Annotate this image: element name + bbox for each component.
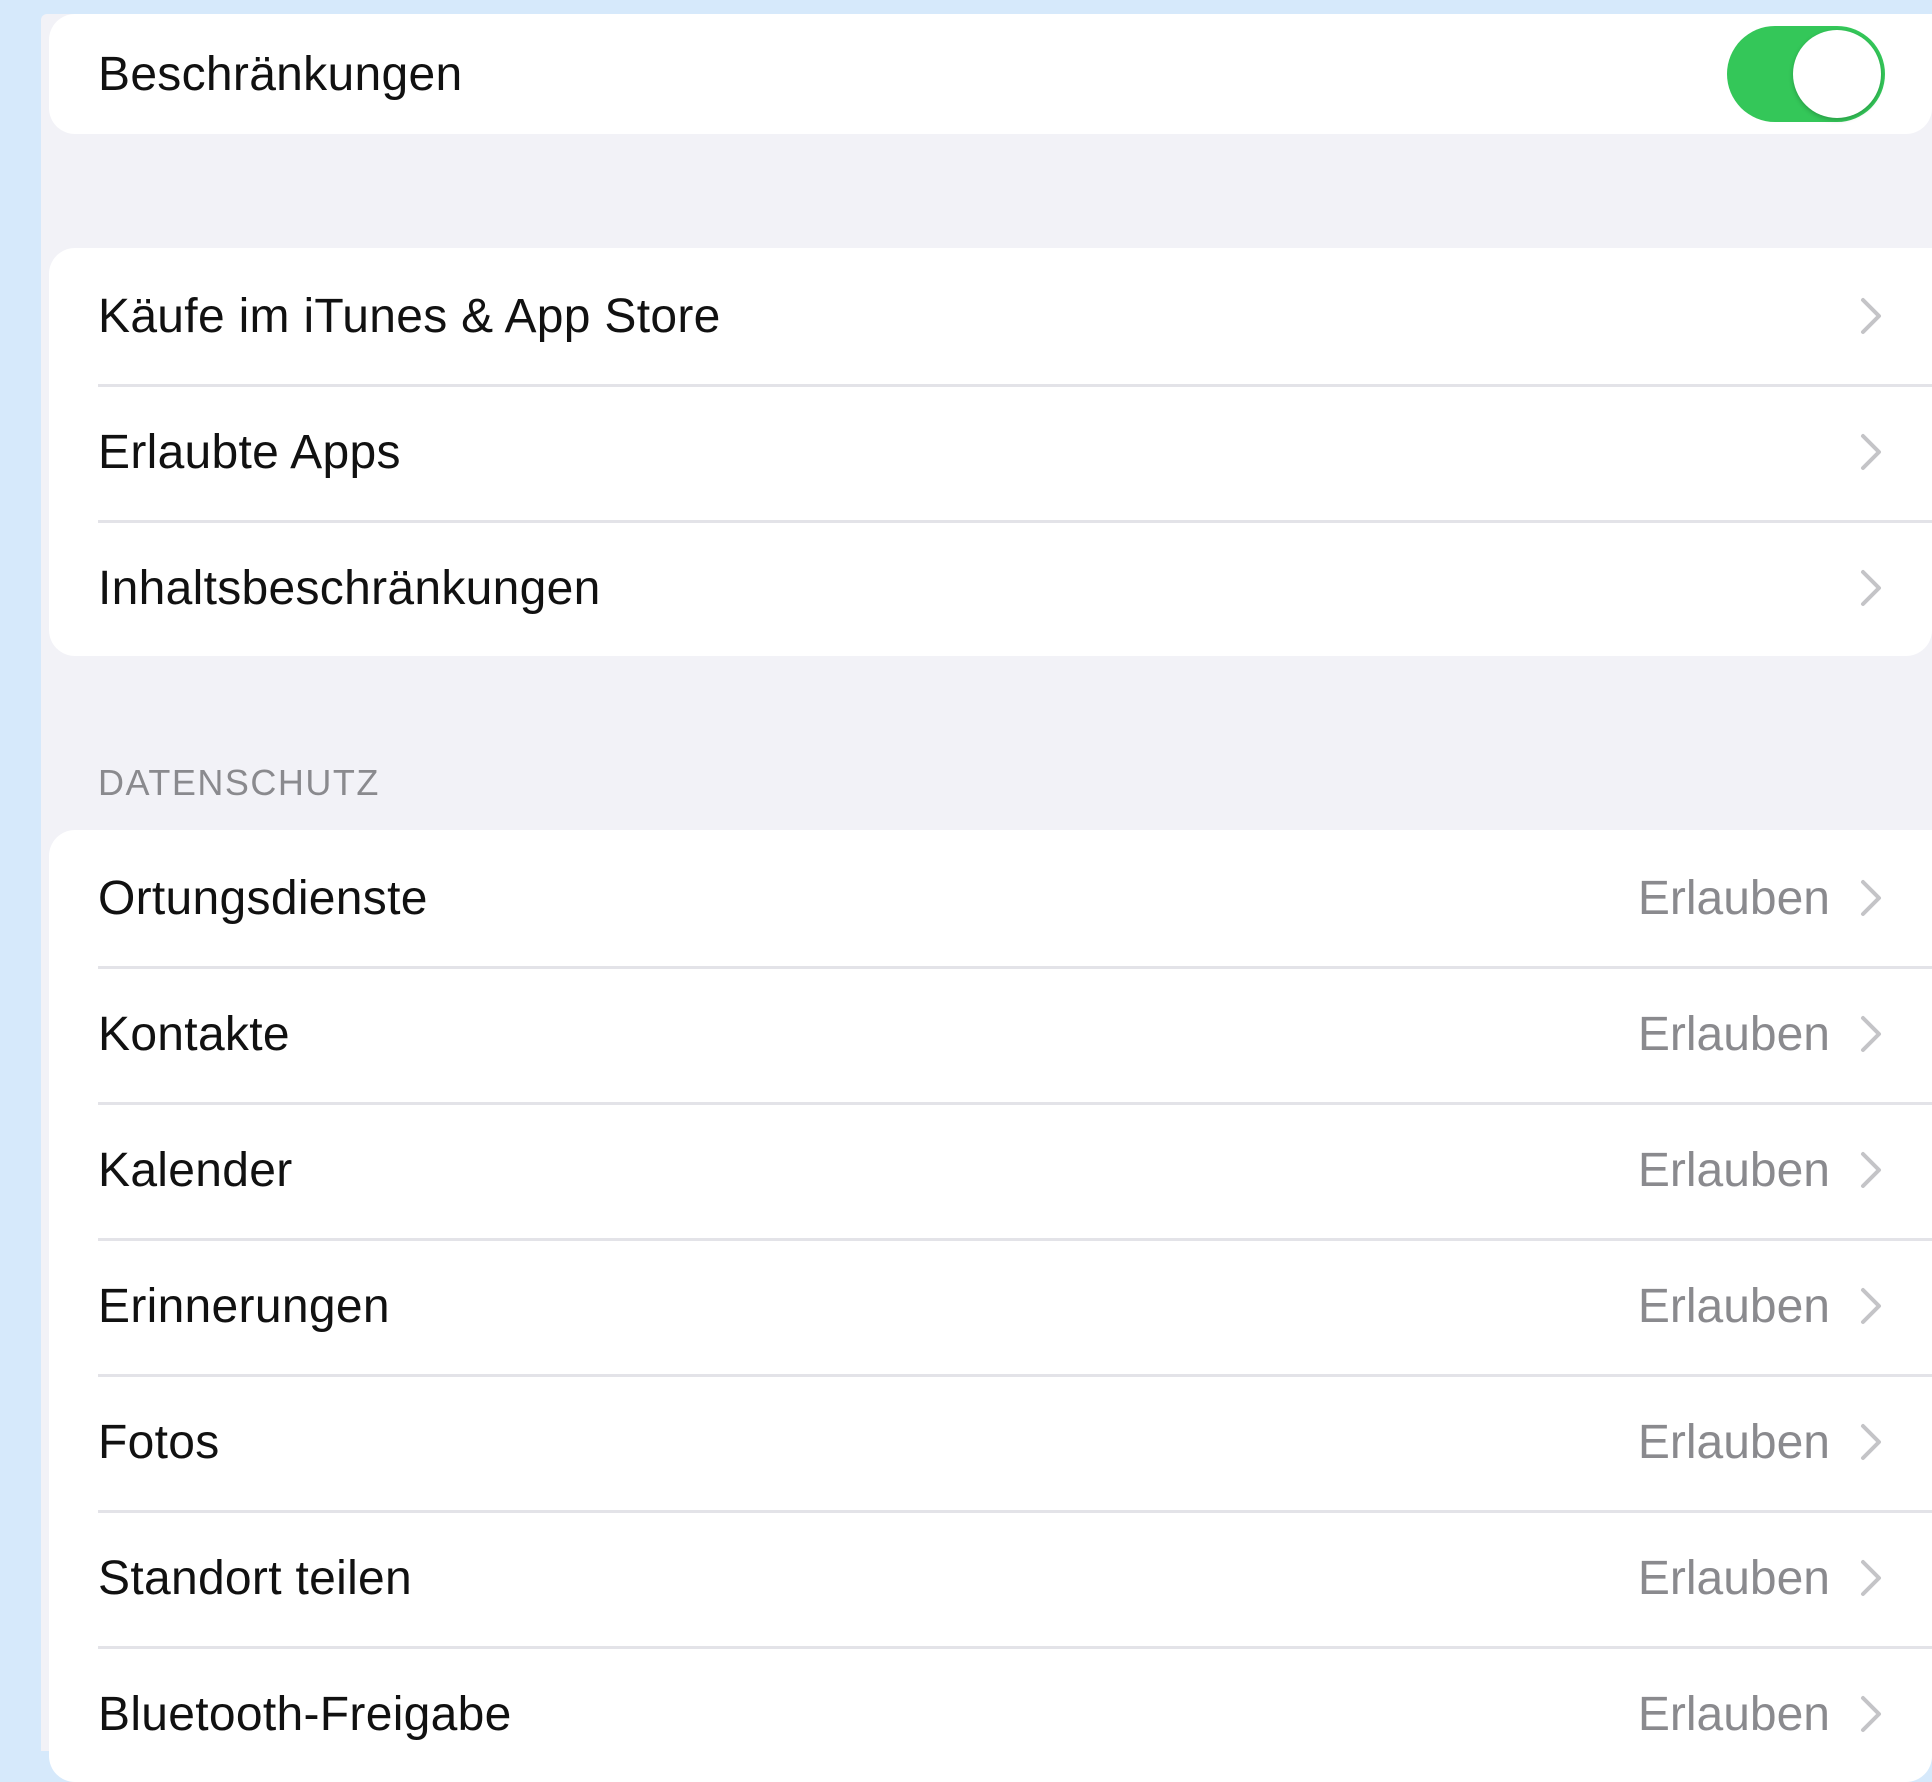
list-item-label: Erlaubte Apps <box>98 425 401 479</box>
chevron-right-icon <box>1858 1558 1884 1598</box>
general-group: Käufe im iTunes & App Store Erlaubte App… <box>49 248 1932 656</box>
chevron-right-icon <box>1858 1694 1884 1734</box>
list-item-photos[interactable]: Fotos Erlauben <box>49 1374 1932 1510</box>
list-item-allowed-apps[interactable]: Erlaubte Apps <box>49 384 1932 520</box>
list-item-value: Erlauben <box>1637 1687 1830 1741</box>
list-item-label: Bluetooth-Freigabe <box>98 1687 512 1741</box>
restrictions-label: Beschränkungen <box>98 47 463 101</box>
list-item-bluetooth-sharing[interactable]: Bluetooth-Freigabe Erlauben <box>49 1646 1932 1782</box>
list-item-value: Erlauben <box>1637 1279 1830 1333</box>
chevron-right-icon <box>1858 296 1884 336</box>
list-item-label: Standort teilen <box>98 1551 413 1605</box>
chevron-right-icon <box>1858 1150 1884 1190</box>
chevron-right-icon <box>1858 1014 1884 1054</box>
list-item-reminders[interactable]: Erinnerungen Erlauben <box>49 1238 1932 1374</box>
chevron-right-icon <box>1858 1422 1884 1462</box>
list-item-label: Kontakte <box>98 1007 290 1061</box>
list-item-label: Ortungsdienste <box>98 871 428 925</box>
list-item-value: Erlauben <box>1637 1143 1830 1197</box>
section-header-privacy: DATENSCHUTZ <box>98 762 380 803</box>
chevron-right-icon <box>1858 1286 1884 1326</box>
list-item-calendar[interactable]: Kalender Erlauben <box>49 1102 1932 1238</box>
list-item-itunes-purchases[interactable]: Käufe im iTunes & App Store <box>49 248 1932 384</box>
list-item-location-services[interactable]: Ortungsdienste Erlauben <box>49 830 1932 966</box>
list-item-value: Erlauben <box>1637 1007 1830 1061</box>
restrictions-group: Beschränkungen <box>49 14 1932 134</box>
list-item-value: Erlauben <box>1637 1415 1830 1469</box>
restrictions-toggle[interactable] <box>1727 26 1885 122</box>
chevron-right-icon <box>1858 568 1884 608</box>
list-item-value: Erlauben <box>1637 1551 1830 1605</box>
privacy-group: Ortungsdienste Erlauben Kontakte Erlaube… <box>49 830 1932 1782</box>
list-item-content-restrictions[interactable]: Inhaltsbeschränkungen <box>49 520 1932 656</box>
list-item-label: Erinnerungen <box>98 1279 390 1333</box>
list-item-label: Inhaltsbeschränkungen <box>98 561 601 615</box>
settings-screen: Beschränkungen Käufe im iTunes & App Sto… <box>41 14 1932 1782</box>
toggle-knob <box>1793 30 1881 118</box>
restrictions-row: Beschränkungen <box>49 14 1932 134</box>
list-item-share-location[interactable]: Standort teilen Erlauben <box>49 1510 1932 1646</box>
list-item-label: Kalender <box>98 1143 293 1197</box>
chevron-right-icon <box>1858 878 1884 918</box>
chevron-right-icon <box>1858 432 1884 472</box>
list-item-label: Fotos <box>98 1415 220 1469</box>
list-item-value: Erlauben <box>1637 871 1830 925</box>
list-item-contacts[interactable]: Kontakte Erlauben <box>49 966 1932 1102</box>
list-item-label: Käufe im iTunes & App Store <box>98 289 721 343</box>
